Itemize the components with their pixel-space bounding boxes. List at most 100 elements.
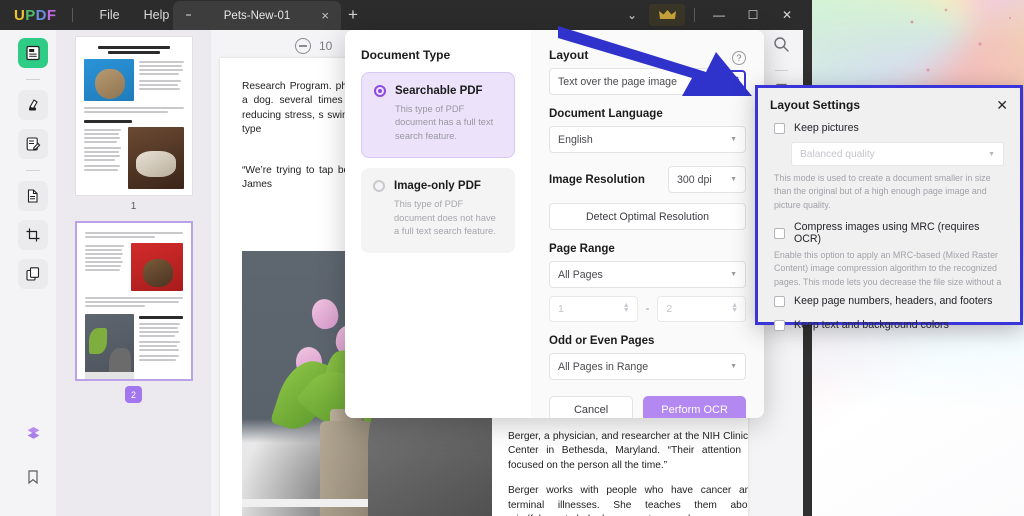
maximize-button[interactable]: ☐ xyxy=(736,0,770,30)
option-label: Searchable PDF xyxy=(395,85,483,97)
tab-dot-icon xyxy=(186,14,191,16)
zoom-out-icon[interactable] xyxy=(295,38,311,54)
rail-bottom-group xyxy=(10,418,56,506)
odd-even-label: Odd or Even Pages xyxy=(549,335,655,347)
stepper-arrows-icon[interactable]: ▲ ▼ xyxy=(623,302,630,314)
thumbnail-item-2[interactable]: 2 xyxy=(74,221,193,403)
option-label: Keep pictures xyxy=(794,122,859,134)
option-label: Image-only PDF xyxy=(394,180,481,193)
window-controls: ⌄ — ☐ ✕ xyxy=(615,0,804,30)
updf-logo: U P D F xyxy=(14,7,56,24)
layout-value: Text over the page image xyxy=(558,75,677,88)
thumbnail-item-1[interactable]: 1 xyxy=(74,36,193,212)
document-language-select[interactable]: English ▼ xyxy=(549,126,746,153)
rail-separator-1 xyxy=(26,79,40,80)
perform-ocr-button[interactable]: Perform OCR xyxy=(643,396,746,418)
sidebar-item-convert-ocr[interactable] xyxy=(18,181,48,211)
option-image-only-pdf[interactable]: Image-only PDF This type of PDF document… xyxy=(361,168,515,253)
picture-quality-value: Balanced quality xyxy=(800,148,875,160)
sidebar-item-edit-pdf[interactable] xyxy=(18,129,48,159)
sidebar-item-comment[interactable] xyxy=(18,90,48,120)
picture-quality-select[interactable]: Balanced quality ▼ xyxy=(791,142,1004,166)
option-description: This type of PDF document does not have … xyxy=(394,199,496,237)
minimize-button[interactable]: — xyxy=(702,0,736,30)
bookmark-button[interactable] xyxy=(18,462,48,492)
checkbox-keep-colors[interactable] xyxy=(774,319,785,331)
tab-title: Pets-New-01 xyxy=(223,9,291,22)
odd-even-value: All Pages in Range xyxy=(558,360,649,373)
gear-icon xyxy=(730,75,740,84)
layout-select[interactable]: Text over the page image xyxy=(549,68,717,95)
option-keep-pictures[interactable]: Keep pictures xyxy=(758,116,1020,136)
thumbnail-page-label: 1 xyxy=(130,201,137,212)
checkbox-keep-pictures[interactable] xyxy=(774,122,785,134)
page-range-from-input[interactable]: 1 ▲ ▼ xyxy=(549,296,638,322)
search-button[interactable] xyxy=(773,36,790,58)
help-icon[interactable]: ? xyxy=(732,51,746,65)
page-range-inputs: 1 ▲ ▼ - 2 ▲ ▼ xyxy=(549,296,747,322)
option-description: This type of PDF document has a full tex… xyxy=(395,104,494,141)
layout-settings-header: Layout Settings ✕ xyxy=(758,88,1020,116)
zoom-controls: 10 xyxy=(295,38,332,54)
ai-layers-icon xyxy=(27,426,39,439)
thumbnail-page-badge: 2 xyxy=(125,386,142,403)
logo-letter-u: U xyxy=(14,6,26,24)
document-tab[interactable]: Pets-New-01 × xyxy=(173,1,341,30)
close-window-button[interactable]: ✕ xyxy=(770,0,804,30)
odd-even-select[interactable]: All Pages in Range ▼ xyxy=(549,353,746,380)
option-label: Keep page numbers, headers, and footers xyxy=(794,295,993,308)
tab-close-icon[interactable]: × xyxy=(321,9,329,22)
close-icon[interactable]: ✕ xyxy=(996,98,1008,112)
chevron-down-icon[interactable]: ⌄ xyxy=(615,0,649,30)
detect-optimal-resolution-button[interactable]: Detect Optimal Resolution xyxy=(549,203,746,230)
option-searchable-pdf[interactable]: Searchable PDF This type of PDF document… xyxy=(361,72,515,159)
document-language-value: English xyxy=(558,133,593,146)
premium-crown-icon[interactable] xyxy=(649,4,685,26)
logo-letter-f: F xyxy=(46,6,57,24)
chevron-down-icon: ▼ xyxy=(730,136,737,143)
radio-image-only-pdf[interactable] xyxy=(373,180,385,193)
image-resolution-label: Image Resolution xyxy=(549,173,645,186)
menu-file[interactable]: File xyxy=(87,4,131,26)
cancel-button[interactable]: Cancel xyxy=(549,396,634,418)
page-thumbnail[interactable] xyxy=(74,221,193,381)
organize-pages-icon xyxy=(26,267,40,281)
reader-icon xyxy=(26,45,40,61)
image-resolution-select[interactable]: 300 dpi ▼ xyxy=(668,166,746,193)
right-toolbar-divider xyxy=(774,70,788,71)
highlighter-icon xyxy=(29,99,38,111)
thumbnail-panel[interactable]: 1 2 xyxy=(56,30,211,516)
zoom-level-label: 10 xyxy=(319,39,333,53)
page-range-select[interactable]: All Pages ▼ xyxy=(549,261,746,288)
layout-settings-panel: Layout Settings ✕ Keep pictures Balanced… xyxy=(755,85,1023,331)
radio-searchable-pdf[interactable] xyxy=(374,85,386,97)
titlebar-divider xyxy=(72,8,74,22)
option-keep-colors[interactable]: Keep text and background colors xyxy=(758,309,1020,333)
search-icon xyxy=(773,37,789,52)
edit-pdf-icon xyxy=(26,137,41,151)
sidebar-item-reader[interactable] xyxy=(18,38,48,68)
sidebar-item-organize-pages[interactable] xyxy=(18,259,48,289)
page-range-to-input[interactable]: 2 ▲ ▼ xyxy=(657,296,747,322)
option-keep-page-numbers[interactable]: Keep page numbers, headers, and footers xyxy=(758,287,1020,309)
chevron-down-icon: ▼ xyxy=(730,363,737,370)
bookmark-icon xyxy=(28,470,38,485)
layout-settings-title: Layout Settings xyxy=(770,98,861,112)
document-type-title: Document Type xyxy=(361,48,451,62)
stepper-arrows-icon[interactable]: ▲ ▼ xyxy=(731,302,738,314)
chevron-down-icon: ▼ xyxy=(730,176,737,183)
logo-letter-p: P xyxy=(25,6,36,24)
checkbox-keep-page-numbers[interactable] xyxy=(774,295,785,307)
option-compress-mrc[interactable]: Compress images using MRC (requires OCR) xyxy=(758,212,1020,247)
ocr-document-type-pane: Document Type Searchable PDF This type o… xyxy=(345,30,531,418)
document-language-label: Document Language xyxy=(549,108,663,120)
checkbox-compress-mrc[interactable] xyxy=(774,227,785,239)
title-bar: U P D F File Help Pets-New-01 × + ⌄ — ☐ … xyxy=(0,0,812,30)
page-thumbnail[interactable] xyxy=(74,36,193,196)
ai-assistant-button[interactable] xyxy=(18,418,48,448)
sidebar-item-crop[interactable] xyxy=(18,220,48,250)
new-tab-button[interactable]: + xyxy=(348,6,358,23)
tool-rail xyxy=(10,30,56,516)
layout-settings-button[interactable] xyxy=(723,70,746,93)
image-resolution-value: 300 dpi xyxy=(677,173,712,186)
